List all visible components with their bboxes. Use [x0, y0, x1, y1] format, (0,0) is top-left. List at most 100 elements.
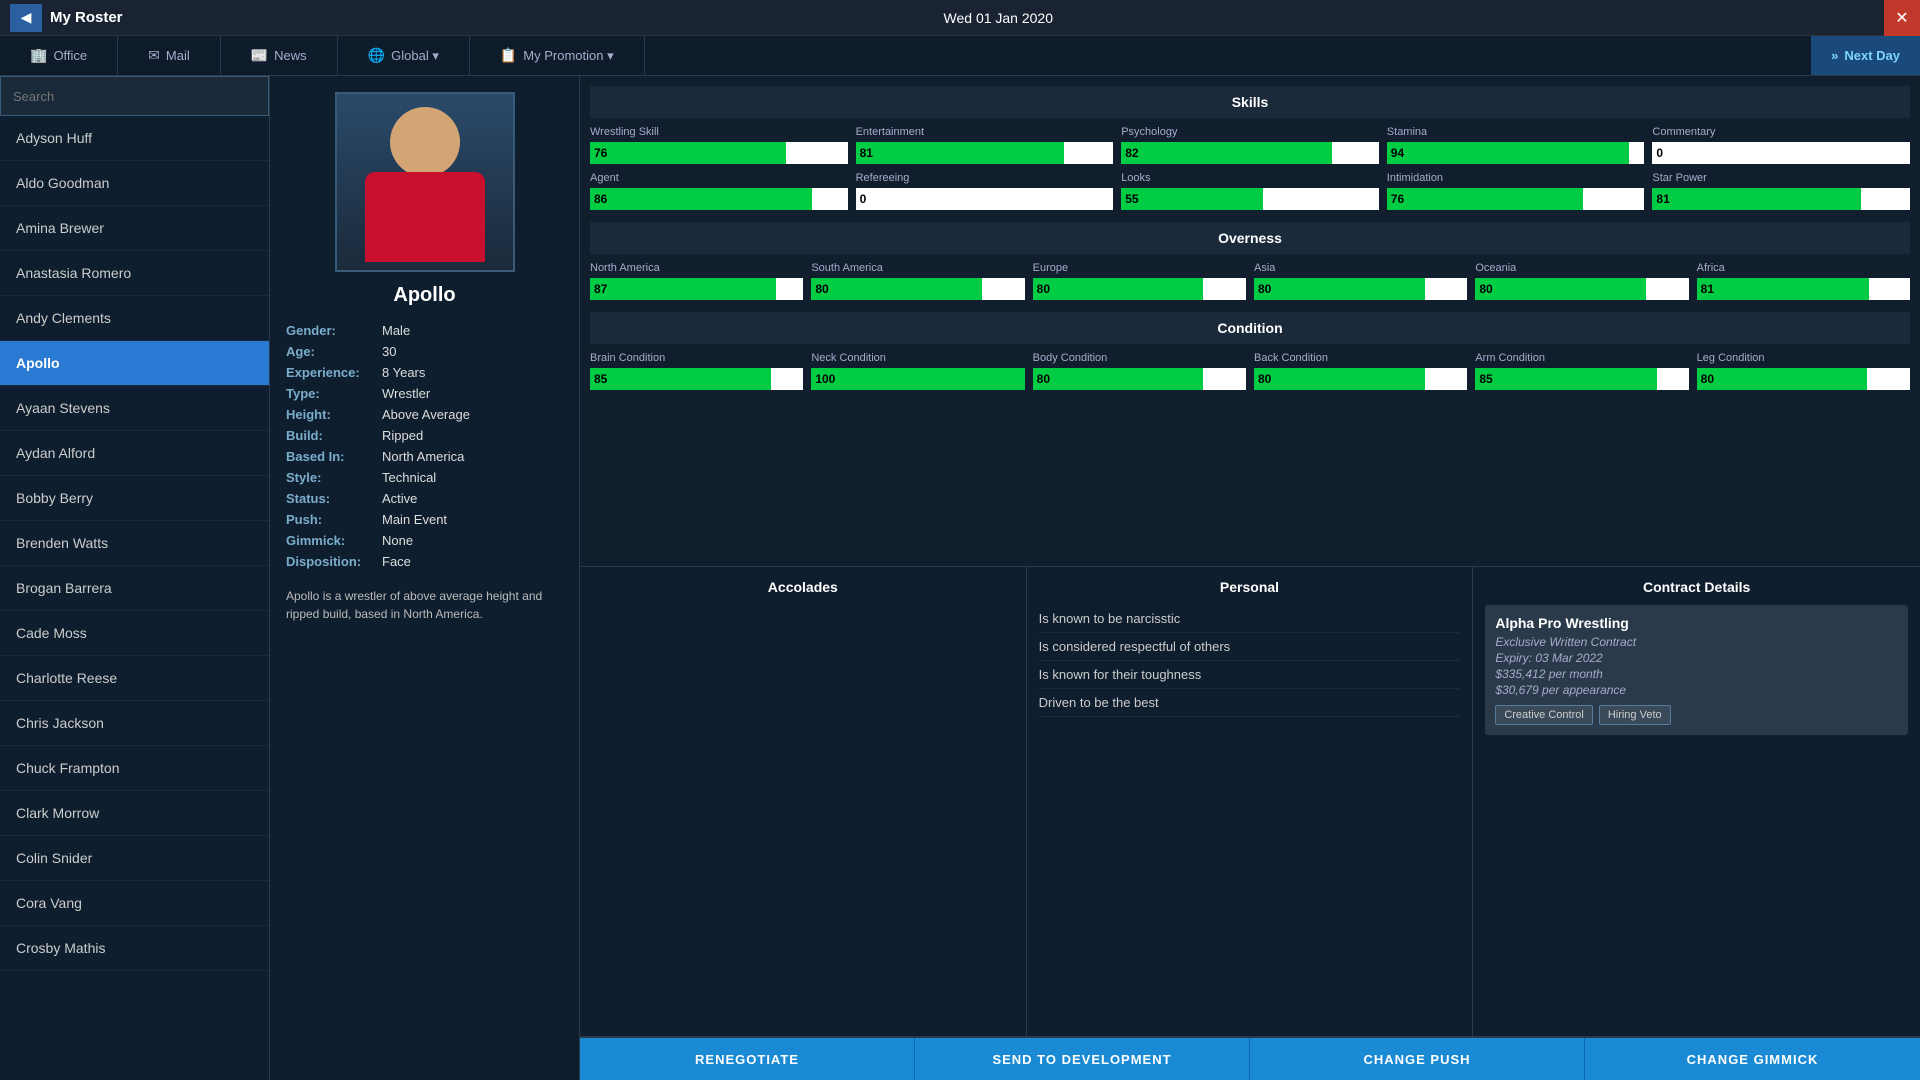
overness-bar: 81	[1697, 278, 1910, 300]
contract-panel: Contract Details Alpha Pro Wrestling Exc…	[1473, 566, 1920, 1036]
info-status-label: Status:	[286, 491, 376, 506]
skill-label: Stamina	[1387, 126, 1645, 138]
info-height: Height: Above Average	[286, 407, 563, 422]
right-content: Skills Wrestling Skill 76 Entertainment …	[580, 76, 1920, 1080]
contract-per-month: $335,412 per month	[1495, 667, 1898, 681]
info-gender: Gender: Male	[286, 323, 563, 338]
roster-item[interactable]: Aydan Alford	[0, 431, 269, 476]
info-type: Type: Wrestler	[286, 386, 563, 401]
roster-item[interactable]: Aldo Goodman	[0, 161, 269, 206]
info-gimmick: Gimmick: None	[286, 533, 563, 548]
condition-bar-fill	[1697, 368, 1868, 390]
info-status: Status: Active	[286, 491, 563, 506]
contract-tag: Creative Control	[1495, 705, 1592, 725]
skill-bar-fill	[1652, 188, 1861, 210]
roster-item[interactable]: Crosby Mathis	[0, 926, 269, 971]
skill-bar: 76	[1387, 188, 1645, 210]
skill-bar: 0	[1652, 142, 1910, 164]
condition-label: Body Condition	[1033, 352, 1246, 364]
info-style-label: Style:	[286, 470, 376, 485]
contract-tag: Hiring Veto	[1599, 705, 1671, 725]
condition-value: 80	[1254, 372, 1271, 386]
condition-value: 80	[1033, 372, 1050, 386]
overness-bar: 80	[811, 278, 1024, 300]
nav-office[interactable]: 🏢 Office	[0, 36, 118, 75]
nav-news-label: News	[274, 48, 307, 63]
next-day-button[interactable]: » Next Day	[1811, 36, 1920, 75]
condition-bar: 85	[1475, 368, 1688, 390]
skill-bar: 82	[1121, 142, 1379, 164]
skill-cell: Stamina 94	[1387, 126, 1645, 164]
roster-item[interactable]: Brenden Watts	[0, 521, 269, 566]
news-icon: 📰	[251, 47, 268, 64]
condition-label: Neck Condition	[811, 352, 1024, 364]
condition-bar: 80	[1033, 368, 1246, 390]
roster-item[interactable]: Adyson Huff	[0, 116, 269, 161]
change-push-button[interactable]: CHANGE PUSH	[1250, 1038, 1585, 1080]
overness-bar-fill	[1697, 278, 1870, 300]
roster-item[interactable]: Ayaan Stevens	[0, 386, 269, 431]
roster-list: Adyson HuffAldo GoodmanAmina BrewerAnast…	[0, 116, 269, 1080]
roster-item[interactable]: Amina Brewer	[0, 206, 269, 251]
info-age-value: 30	[382, 344, 396, 359]
nav-my-promotion-label: My Promotion ▾	[523, 48, 613, 64]
skill-label: Entertainment	[856, 126, 1114, 138]
nav-mail[interactable]: ✉ Mail	[118, 36, 221, 75]
personal-trait: Driven to be the best	[1039, 689, 1461, 717]
skill-bar-fill	[1121, 142, 1332, 164]
change-gimmick-button[interactable]: CHANGE GIMMICK	[1585, 1038, 1920, 1080]
roster-item[interactable]: Colin Snider	[0, 836, 269, 881]
overness-bar: 80	[1475, 278, 1688, 300]
roster-item[interactable]: Cade Moss	[0, 611, 269, 656]
portrait-figure	[345, 97, 505, 267]
roster-item[interactable]: Chris Jackson	[0, 701, 269, 746]
roster-item[interactable]: Apollo	[0, 341, 269, 386]
nav-global[interactable]: 🌐 Global ▾	[338, 36, 470, 75]
condition-label: Brain Condition	[590, 352, 803, 364]
back-button[interactable]: ◀	[10, 4, 42, 32]
info-disposition-label: Disposition:	[286, 554, 376, 569]
overness-cell: Asia 80	[1254, 262, 1467, 300]
info-type-label: Type:	[286, 386, 376, 401]
skill-label: Refereeing	[856, 172, 1114, 184]
roster-item[interactable]: Andy Clements	[0, 296, 269, 341]
info-push-label: Push:	[286, 512, 376, 527]
close-button[interactable]: ✕	[1884, 0, 1920, 36]
overness-cell: Africa 81	[1697, 262, 1910, 300]
personal-trait: Is known for their toughness	[1039, 661, 1461, 689]
skill-cell: Intimidation 76	[1387, 172, 1645, 210]
roster-item[interactable]: Brogan Barrera	[0, 566, 269, 611]
info-gimmick-label: Gimmick:	[286, 533, 376, 548]
roster-item[interactable]: Charlotte Reese	[0, 656, 269, 701]
condition-value: 85	[590, 372, 607, 386]
condition-cell: Back Condition 80	[1254, 352, 1467, 390]
nav-news[interactable]: 📰 News	[221, 36, 338, 75]
skill-cell: Agent 86	[590, 172, 848, 210]
search-input[interactable]	[0, 76, 269, 116]
roster-item[interactable]: Bobby Berry	[0, 476, 269, 521]
skill-label: Looks	[1121, 172, 1379, 184]
skills-grid: Wrestling Skill 76 Entertainment 81 Psyc…	[590, 126, 1910, 210]
nav-my-promotion[interactable]: 📋 My Promotion ▾	[470, 36, 645, 75]
roster-item[interactable]: Cora Vang	[0, 881, 269, 926]
overness-value: 80	[1254, 282, 1271, 296]
skill-cell: Entertainment 81	[856, 126, 1114, 164]
personal-header: Personal	[1039, 579, 1461, 595]
condition-value: 100	[811, 372, 835, 386]
condition-label: Leg Condition	[1697, 352, 1910, 364]
send-to-development-button[interactable]: SEND TO DEVELOPMENT	[915, 1038, 1250, 1080]
overness-value: 87	[590, 282, 607, 296]
info-build-value: Ripped	[382, 428, 423, 443]
skill-cell: Star Power 81	[1652, 172, 1910, 210]
skill-cell: Psychology 82	[1121, 126, 1379, 164]
roster-item[interactable]: Chuck Frampton	[0, 746, 269, 791]
renegotiate-button[interactable]: RENEGOTIATE	[580, 1038, 915, 1080]
nav-office-label: Office	[53, 48, 87, 63]
portrait-head	[390, 107, 460, 177]
skill-bar-fill	[856, 142, 1065, 164]
nav-bar: 🏢 Office ✉ Mail 📰 News 🌐 Global ▾ 📋 My P…	[0, 36, 1920, 76]
roster-item[interactable]: Clark Morrow	[0, 791, 269, 836]
skill-bar-fill	[590, 188, 812, 210]
roster-item[interactable]: Anastasia Romero	[0, 251, 269, 296]
skill-value: 82	[1121, 146, 1138, 160]
